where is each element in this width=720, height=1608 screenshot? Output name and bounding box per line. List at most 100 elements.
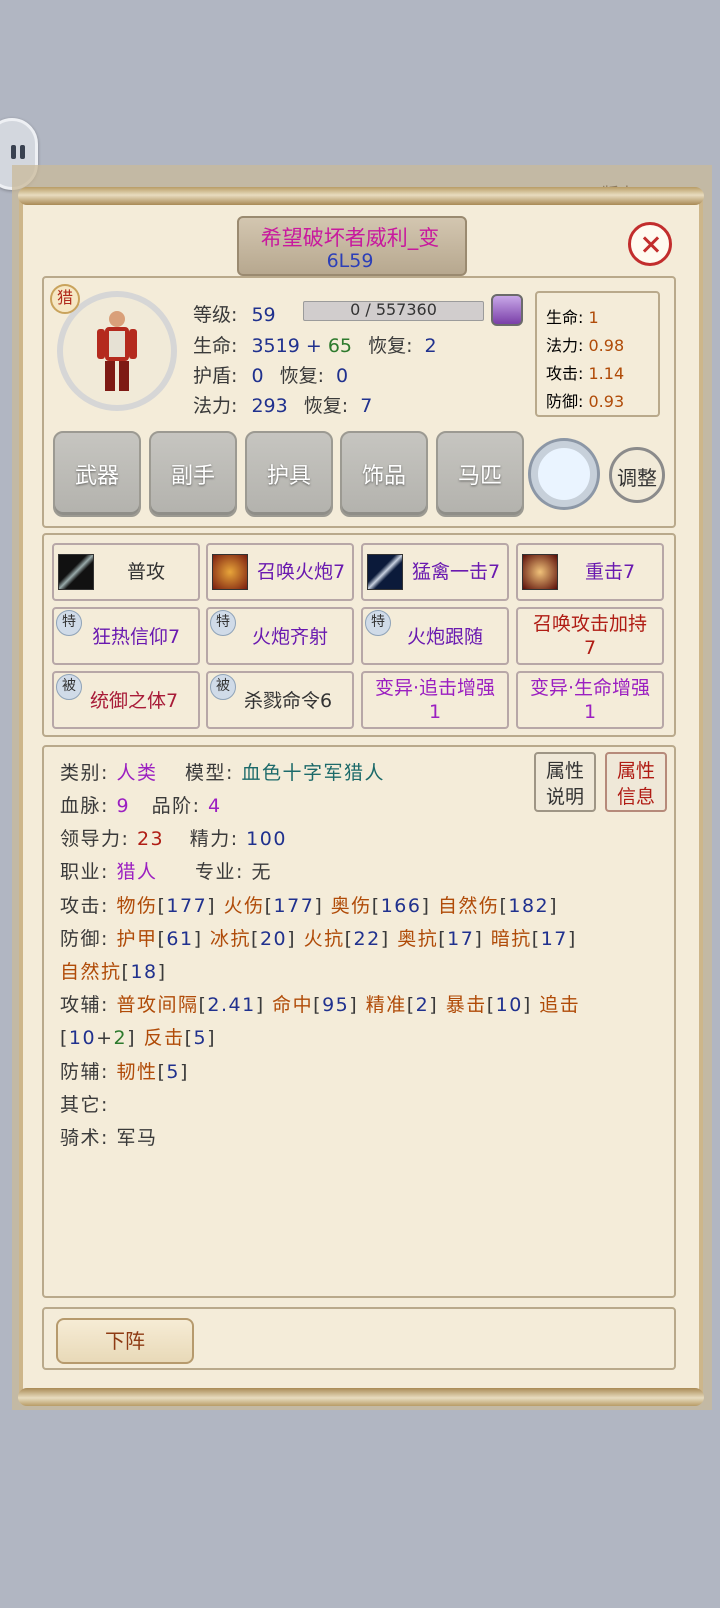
attr-value: 95: [322, 994, 350, 1016]
attr-value: 2.41: [207, 994, 256, 1016]
skill-name: 变异·追击增强: [374, 677, 496, 699]
close-button[interactable]: [628, 222, 672, 266]
skill-name: 重击7: [584, 561, 636, 583]
hp-bonus: 65: [327, 335, 353, 357]
attr-value: 177: [273, 895, 315, 917]
leadership-row: 领导力: 23 精力: 100: [60, 824, 287, 851]
job-row: 职业: 猎人 专业: 无: [60, 857, 272, 884]
growth-value: 1: [588, 308, 599, 327]
hunter-figure-icon: [97, 311, 137, 391]
skill-name: 狂热信仰7: [91, 626, 181, 648]
defense-row: 防御: 护甲[61] 冰抗[20] 火抗[22] 奥抗[17] 暗抗[17]: [60, 928, 577, 950]
attr-name: 命中: [272, 994, 314, 1016]
character-level-code: 6L59: [326, 250, 374, 272]
value: 军马: [116, 1127, 158, 1149]
attack-row: 攻击: 物伤[177] 火伤[177] 奥伤[166] 自然伤[182]: [60, 895, 559, 917]
label: 攻击:: [60, 895, 109, 917]
attr-name: 火抗: [303, 928, 345, 950]
growth-label: 生命:: [546, 308, 584, 327]
star-badge-button[interactable]: [531, 441, 597, 507]
value: 100: [246, 828, 287, 850]
button-line: 信息: [616, 786, 655, 808]
skill-name: 普攻: [126, 561, 165, 583]
attr-name: 奥抗: [397, 928, 439, 950]
equip-weapon-button[interactable]: 武器: [53, 431, 141, 517]
class-badge: 猎: [50, 284, 80, 314]
attr-value: 10: [495, 994, 523, 1016]
growth-hp: 生命: 1: [546, 304, 599, 328]
label: 防御:: [60, 928, 109, 950]
defense-aux-row: 防辅: 韧性[5]: [60, 1061, 189, 1083]
sword-icon: [58, 554, 94, 590]
skill-name: 召唤火炮7: [256, 561, 346, 583]
label: 品阶:: [151, 795, 201, 817]
attr-name: 普攻间隔: [116, 994, 199, 1016]
adjust-label: 调整: [617, 466, 657, 490]
shield-value: 0: [251, 365, 264, 387]
attribute-info-button[interactable]: 属性 信息: [605, 752, 667, 812]
skill-slot[interactable]: 特 火炮齐射: [206, 607, 354, 665]
attr-value: 5: [193, 1027, 208, 1049]
label: 职业:: [60, 861, 109, 883]
label: 类别:: [60, 762, 109, 784]
growth-atk: 攻击: 1.14: [546, 360, 624, 384]
skill-slot[interactable]: 召唤火炮7: [206, 543, 354, 601]
attr-value: 18: [130, 961, 158, 983]
equip-offhand-button[interactable]: 副手: [149, 431, 237, 517]
attr-name: 追击: [539, 994, 581, 1016]
skill-slot[interactable]: 猛禽一击7: [361, 543, 509, 601]
attribute-explain-button[interactable]: 属性 说明: [534, 752, 596, 812]
skill-slot[interactable]: 变异·追击增强 1: [361, 671, 509, 729]
value: 血色十字军猎人: [241, 762, 385, 784]
attr-name: 韧性: [116, 1061, 158, 1083]
mp-regen: 7: [360, 395, 373, 417]
skill-slot[interactable]: 普攻: [52, 543, 200, 601]
cannon-icon: [212, 554, 248, 590]
label: 领导力:: [60, 828, 130, 850]
skill-slot[interactable]: 被 统御之体7: [52, 671, 200, 729]
equip-armor-button[interactable]: 护具: [245, 431, 333, 517]
attr-value: 17: [447, 928, 475, 950]
label: 精力:: [189, 828, 239, 850]
label: 血脉:: [60, 795, 109, 817]
growth-value: 1.14: [588, 364, 625, 383]
growth-def: 防御: 0.93: [546, 388, 624, 412]
skill-level: 1: [428, 701, 442, 723]
attr-value: 182: [508, 895, 550, 917]
skill-slot[interactable]: 特 火炮跟随: [361, 607, 509, 665]
gem-icon[interactable]: [491, 294, 523, 326]
shield-regen-label: 恢复:: [279, 365, 324, 387]
skill-slot[interactable]: 被 杀戮命令6: [206, 671, 354, 729]
level-value: 59: [251, 304, 276, 326]
level-row: 等级: 59: [193, 300, 276, 327]
skill-slot[interactable]: 特 狂热信仰7: [52, 607, 200, 665]
equip-mount-button[interactable]: 马匹: [436, 431, 524, 517]
pause-icon-bar: [20, 145, 25, 159]
button-line: 属性: [545, 760, 584, 782]
skill-slot[interactable]: 召唤攻击加持 7: [516, 607, 664, 665]
scroll-top-roller: [18, 187, 704, 205]
bloodline-row: 血脉: 9 品阶: 4: [60, 791, 222, 818]
dismiss-button[interactable]: 下阵: [56, 1318, 194, 1364]
skill-name: 召唤攻击加持: [532, 613, 647, 635]
label: 防辅:: [60, 1061, 109, 1083]
heavy-strike-icon: [522, 554, 558, 590]
hp-regen: 2: [424, 335, 437, 357]
skill-name: 杀戮命令6: [243, 690, 333, 712]
attr-name: 反击: [143, 1027, 185, 1049]
skill-name: 变异·生命增强: [529, 677, 651, 699]
growth-label: 攻击:: [546, 364, 584, 383]
mp-regen-label: 恢复:: [303, 395, 349, 417]
other-row: 其它:: [60, 1090, 109, 1117]
skill-slot[interactable]: 变异·生命增强 1: [516, 671, 664, 729]
skill-name: 猛禽一击7: [411, 561, 501, 583]
skill-slot[interactable]: 重击7: [516, 543, 664, 601]
value: 猎人: [116, 861, 158, 883]
button-line: 属性: [616, 760, 655, 782]
hp-regen-label: 恢复:: [368, 335, 413, 357]
attr-bonus: 2: [113, 1027, 128, 1049]
equip-accessory-button[interactable]: 饰品: [340, 431, 428, 517]
attr-name: 自然抗: [60, 961, 122, 983]
label: 骑术:: [60, 1127, 109, 1149]
growth-label: 法力:: [546, 336, 584, 355]
